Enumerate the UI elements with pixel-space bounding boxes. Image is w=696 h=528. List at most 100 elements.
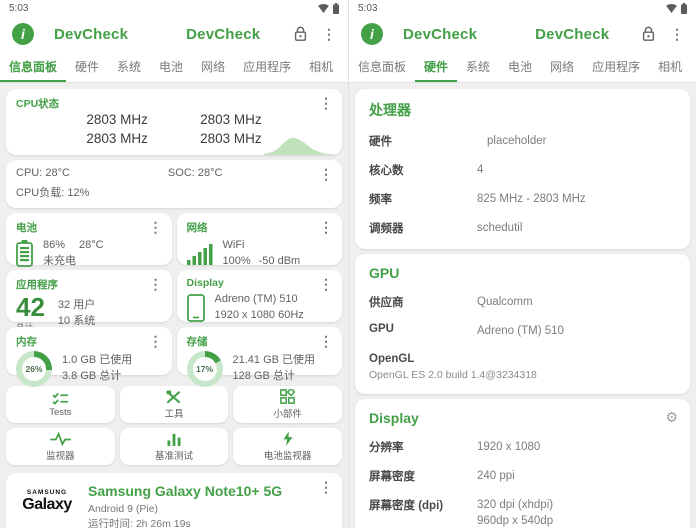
tools-icon [166,390,181,404]
storage-total: 128 GB 总计 [233,369,316,385]
app-title-center: DevCheck [535,26,609,43]
storage-donut-chart: 17% [187,351,223,387]
kebab-menu-icon[interactable]: ⋮ [319,480,333,494]
cpu-frequency: 2803 MHz [200,112,262,127]
button-label: 小部件 [273,406,302,420]
tool-buttons: Tests 工具 小部件 监视器 基准测试 电池监视器 [6,386,342,465]
status-bar: 5:03 [0,0,348,16]
button-label: 监视器 [46,448,75,462]
cpu-load: CPU负载: 12% [16,184,332,200]
tab-camera[interactable]: 相机 [300,52,342,82]
tab-system[interactable]: 系统 [457,52,499,82]
gear-icon[interactable]: ⚙ [665,409,678,426]
button-label: 工具 [164,406,183,420]
app-bar: i DevCheck DevCheck ⋮ [349,16,696,52]
panel-dashboard: 5:03 i DevCheck DevCheck ⋮ 信息面板 硬件 系统 电池… [0,0,348,528]
tab-hardware[interactable]: 硬件 [66,52,108,82]
opengl-value: OpenGL ES 2.0 build 1.4@3234318 [369,369,676,381]
tab-dashboard[interactable]: 信息面板 [0,52,66,82]
apps-total-count: 42 [16,295,45,320]
monitor-button[interactable]: 监视器 [6,428,115,465]
info-row: 供应商 Qualcomm [369,294,676,310]
kebab-menu-icon[interactable]: ⋮ [319,277,333,291]
tab-network[interactable]: 网络 [192,52,234,82]
tools-button[interactable]: 工具 [120,386,229,423]
device-info-card[interactable]: ⋮ SAMSUNG Galaxy Samsung Galaxy Note10+ … [6,473,342,528]
cpu-frequency: 2803 MHz [86,112,148,127]
lock-icon[interactable] [293,26,308,42]
battery-status-icon [681,3,687,14]
panel-hardware: 5:03 i DevCheck DevCheck ⋮ 信息面板 硬件 系统 电池… [348,0,696,528]
apps-card[interactable]: 应用程序 ⋮ 42 总计 32 用户 10 系统 [6,270,172,322]
tab-network[interactable]: 网络 [541,52,583,82]
app-title: DevCheck [403,26,477,43]
wifi-status-icon [666,4,677,13]
kebab-menu-icon[interactable]: ⋮ [149,220,163,234]
section-title: GPU [369,265,676,281]
checklist-icon [52,392,69,405]
battery-card[interactable]: 电池 ⋮ 86%28°C 未充电 [6,213,172,265]
tab-apps[interactable]: 应用程序 [234,52,300,82]
section-title: 处理器 [369,100,676,120]
cpu-temp: CPU: 28°C [16,167,70,179]
tab-battery[interactable]: 电池 [499,52,541,82]
info-row: 频率 825 MHz - 2803 MHz [369,191,676,207]
benchmark-button[interactable]: 基准测试 [120,428,229,465]
tab-bar: 信息面板 硬件 系统 电池 网络 应用程序 相机 传感器 [0,52,348,83]
overflow-menu-icon[interactable]: ⋮ [322,27,336,41]
tab-battery[interactable]: 电池 [150,52,192,82]
app-title: DevCheck [54,26,128,43]
lock-icon[interactable] [641,26,656,42]
button-label: 电池监视器 [264,448,312,462]
tab-hardware[interactable]: 硬件 [415,52,457,82]
tests-button[interactable]: Tests [6,386,115,423]
apps-user-count: 32 用户 [58,298,95,314]
status-time: 5:03 [358,3,377,14]
kebab-menu-icon[interactable]: ⋮ [319,96,333,110]
info-row: 核心数 4 [369,162,676,178]
battery-status: 未充电 [43,254,104,270]
battery-monitor-button[interactable]: 电池监视器 [233,428,342,465]
device-name: Samsung Galaxy Note10+ 5G [88,483,282,499]
display-card[interactable]: Display ⋮ Adreno (TM) 510 1920 x 1080 60… [177,270,343,322]
hardware-content: 处理器 硬件 placeholder 核心数 4 频率 825 MHz - 28… [349,83,696,528]
samsung-galaxy-logo: SAMSUNG Galaxy [18,489,76,528]
cpu-status-card[interactable]: CPU状态 ⋮ 2803 MHz 2803 MHz 2803 MHz 2803 … [6,89,342,155]
cpu-frequency: 2803 MHz [200,131,262,146]
storage-card[interactable]: 存储 ⋮ 17% 21.41 GB 已使用 128 GB 总计 [177,327,343,375]
card-title: 内存 [16,334,162,349]
gpu-section: GPU 供应商 Qualcomm GPU Adreno (TM) 510 Ope… [355,254,690,393]
network-type: WiFi [223,238,301,254]
tab-camera[interactable]: 相机 [649,52,691,82]
button-label: 基准测试 [155,448,193,462]
tab-apps[interactable]: 应用程序 [583,52,649,82]
overflow-menu-icon[interactable]: ⋮ [670,27,684,41]
kebab-menu-icon[interactable]: ⋮ [319,167,333,181]
info-row: 屏幕密度 (dpi) 320 dpi (xhdpi)960dp x 540dp [369,497,676,528]
tab-system[interactable]: 系统 [108,52,150,82]
storage-used: 21.41 GB 已使用 [233,353,316,369]
memory-donut-chart: 26% [16,351,52,387]
bar-chart-icon [167,432,181,446]
network-signal: -50 dBm [259,255,301,267]
memory-card[interactable]: 内存 ⋮ 26% 1.0 GB 已使用 3.8 GB 总计 [6,327,172,375]
storage-percent: 17% [193,357,217,381]
battery-temp: 28°C [79,239,104,251]
device-uptime: 运行时间: 2h 26m 19s [88,517,282,528]
cpu-frequency: 2803 MHz [86,131,148,146]
soc-temp: SOC: 28°C [168,167,223,179]
tab-sensors[interactable]: 传感器 [691,52,696,82]
widgets-button[interactable]: 小部件 [233,386,342,423]
cpu-temp-card[interactable]: ⋮ CPU: 28°C SOC: 28°C CPU负载: 12% [6,160,342,208]
tab-dashboard[interactable]: 信息面板 [349,52,415,82]
kebab-menu-icon[interactable]: ⋮ [149,277,163,291]
kebab-menu-icon[interactable]: ⋮ [149,334,163,348]
network-card[interactable]: 网络 ⋮ WiFi 100%-50 dBm [177,213,343,265]
processor-section: 处理器 硬件 placeholder 核心数 4 频率 825 MHz - 28… [355,89,690,249]
card-title: Display [187,277,333,289]
kebab-menu-icon[interactable]: ⋮ [319,220,333,234]
kebab-menu-icon[interactable]: ⋮ [319,334,333,348]
battery-percent: 86% [43,239,65,251]
info-row: 硬件 placeholder [369,133,676,149]
display-gpu: Adreno (TM) 510 [215,292,304,308]
